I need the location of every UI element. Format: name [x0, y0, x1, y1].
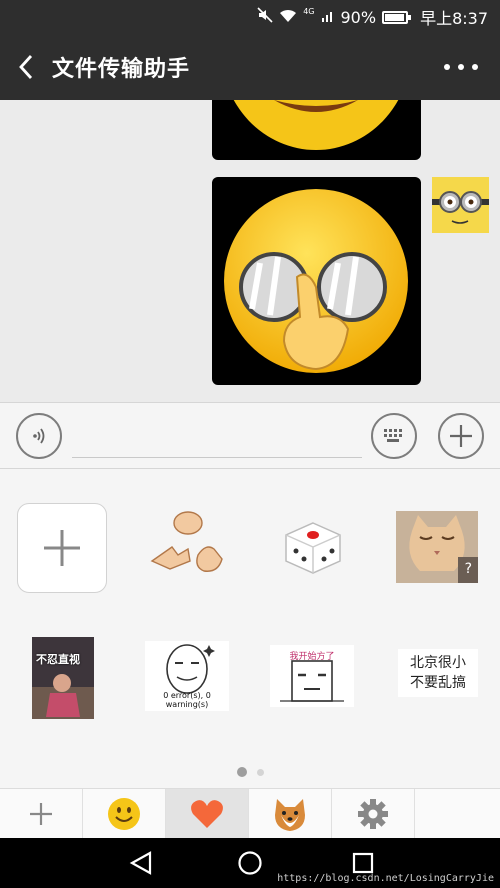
page-dot [256, 769, 264, 776]
message-input[interactable] [72, 457, 362, 458]
input-bar [0, 402, 500, 469]
title-bar: 文件传输助手 [0, 34, 500, 100]
heart-icon [191, 799, 223, 828]
sticker-message[interactable] [212, 177, 421, 385]
plus-circle-icon [450, 425, 472, 447]
text-sticker-line1: 北京很小 [410, 655, 466, 671]
voice-button[interactable] [16, 413, 62, 459]
tab-settings[interactable] [332, 789, 415, 838]
rock-paper-scissors-sticker[interactable] [148, 509, 226, 579]
meme-happy-sticker[interactable]: 我开始方了 [270, 645, 354, 707]
more-functions-button[interactable] [438, 413, 484, 459]
sticker-caption: 0 error(s), 0 warning(s) [163, 691, 211, 709]
network-type: 4G [303, 6, 315, 16]
add-sticker-button[interactable] [17, 503, 107, 593]
cat-sticker[interactable]: ? [396, 511, 478, 583]
meme-error-sticker[interactable]: 0 error(s), 0 warning(s) [145, 641, 229, 711]
page-title: 文件传输助手 [52, 57, 191, 82]
sticker-message[interactable] [212, 100, 421, 160]
text-sticker[interactable]: 北京很小 不要乱搞 [398, 649, 478, 697]
face-with-glasses-emoji-sticker [224, 189, 408, 373]
back-button[interactable] [0, 34, 52, 100]
voice-icon [33, 428, 45, 444]
photo-sticker[interactable]: 不忍直视 [32, 637, 94, 719]
tab-favorites[interactable] [166, 789, 249, 838]
keyboard-icon [384, 429, 402, 442]
keyboard-button[interactable] [371, 413, 417, 459]
mute-icon [257, 7, 273, 27]
sticker-caption: 我开始方了 [289, 652, 335, 662]
system-nav-bar: https://blog.csdn.net/LosingCarryJie [0, 838, 500, 888]
page-dot-active [236, 767, 247, 777]
sticker-caption: 不忍直视 [36, 653, 80, 666]
more-dots-icon [444, 64, 450, 70]
shiba-dog-icon [275, 798, 305, 831]
home-circle-icon[interactable] [237, 850, 263, 876]
tab-add[interactable] [0, 789, 83, 838]
plus-icon [44, 530, 80, 566]
gear-icon [358, 798, 388, 829]
sticker-panel: ? 不忍直视 0 error(s), 0 warning(s) 我开始方了 北京… [0, 469, 500, 788]
page-indicator [0, 767, 500, 777]
minion-avatar[interactable] [432, 177, 489, 233]
clock: 早上8:37 [420, 9, 488, 28]
plus-icon [30, 802, 52, 825]
yellow-face-emoji-sticker [233, 100, 399, 150]
dice-sticker[interactable] [282, 519, 344, 577]
smiley-icon [108, 797, 140, 830]
sticker-caption: ? [464, 561, 472, 577]
more-button[interactable] [444, 56, 478, 78]
watermark: https://blog.csdn.net/LosingCarryJie [277, 873, 494, 884]
chat-area[interactable] [0, 100, 500, 402]
wifi-icon [279, 8, 297, 27]
sticker-tab-bar [0, 788, 500, 838]
back-triangle-icon[interactable] [128, 850, 154, 876]
tab-dog-pack[interactable] [249, 789, 332, 838]
battery-icon [382, 10, 412, 24]
signal-icon [321, 8, 335, 27]
text-sticker-line2: 不要乱搞 [410, 675, 466, 691]
battery-percent: 90% [340, 7, 377, 27]
tab-emoji[interactable] [83, 789, 166, 838]
status-bar: 4G 90% 早上8:37 [0, 0, 500, 34]
chevron-left-icon [19, 55, 33, 79]
